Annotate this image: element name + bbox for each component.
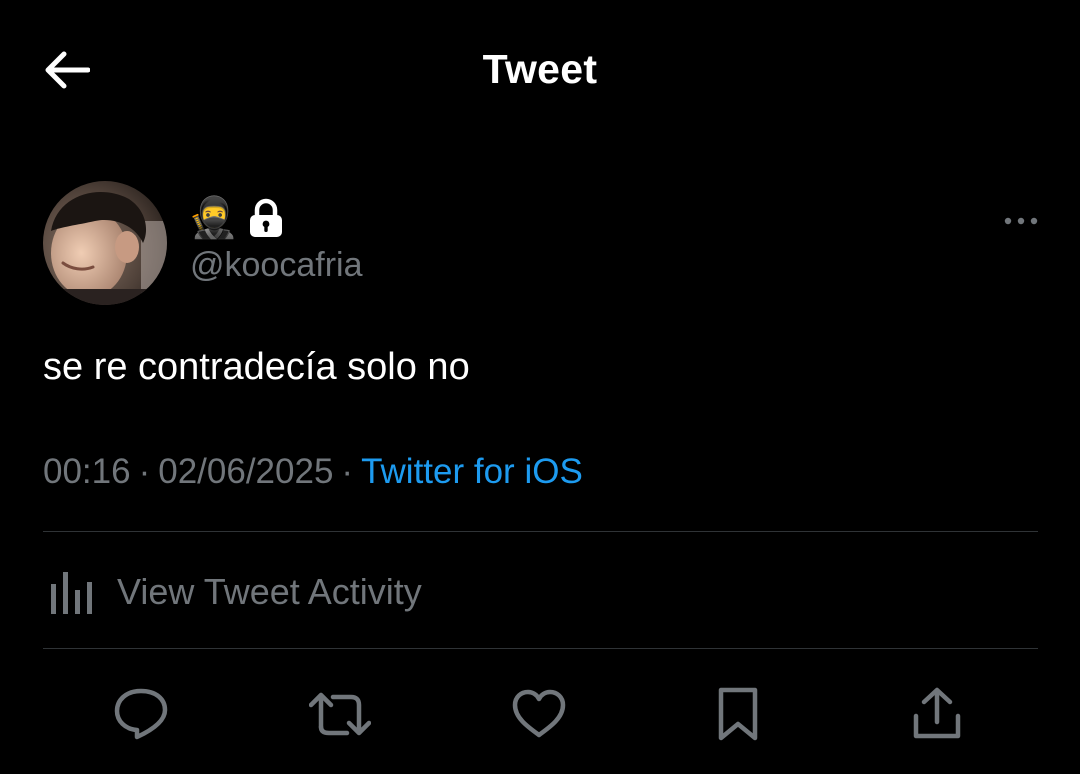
more-options-button[interactable] bbox=[996, 204, 1046, 238]
divider bbox=[43, 531, 1038, 532]
display-name[interactable]: 🥷 bbox=[188, 196, 284, 240]
reply-button[interactable] bbox=[109, 682, 173, 746]
tweet-detail-page: Tweet 🥷 @koocafria se re contradecía sol… bbox=[0, 0, 1080, 774]
tweet-date: 02/06/2025 bbox=[158, 452, 334, 491]
profile-photo-image bbox=[43, 181, 167, 305]
retweet-button[interactable] bbox=[308, 682, 372, 746]
reply-icon bbox=[114, 688, 168, 740]
tweet-time: 00:16 bbox=[43, 452, 131, 491]
tweet-text: se re contradecía solo no bbox=[43, 346, 470, 388]
share-button[interactable] bbox=[905, 682, 969, 746]
view-tweet-activity-label: View Tweet Activity bbox=[117, 571, 422, 612]
retweet-icon bbox=[309, 692, 371, 736]
page-title: Tweet bbox=[482, 46, 598, 92]
view-tweet-activity-button[interactable]: View Tweet Activity bbox=[43, 560, 643, 624]
bookmark-button[interactable] bbox=[706, 682, 770, 746]
bookmark-icon bbox=[718, 687, 758, 741]
divider bbox=[43, 648, 1038, 649]
share-icon bbox=[913, 687, 961, 739]
avatar[interactable] bbox=[43, 181, 167, 305]
ninja-emoji: 🥷 bbox=[188, 196, 238, 240]
more-horizontal-icon bbox=[1004, 217, 1038, 225]
top-bar: Tweet bbox=[0, 0, 1080, 140]
heart-icon bbox=[512, 689, 566, 738]
separator: · bbox=[138, 452, 151, 491]
user-handle[interactable]: @koocafria bbox=[190, 246, 362, 285]
lock-icon bbox=[249, 198, 282, 237]
tweet-metadata: 00:16 · 02/06/2025 · Twitter for iOS bbox=[43, 452, 583, 492]
tweet-source-link[interactable]: Twitter for iOS bbox=[361, 452, 583, 491]
like-button[interactable] bbox=[507, 682, 571, 746]
bar-chart-icon bbox=[51, 572, 92, 614]
separator: · bbox=[341, 452, 354, 491]
